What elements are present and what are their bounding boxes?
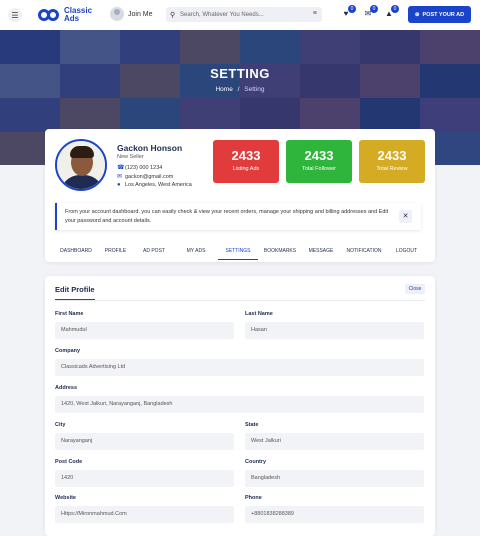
breadcrumb: Home / Setting [0, 86, 480, 93]
heart-icon[interactable]: ♥ 0 [340, 5, 356, 21]
message-icon[interactable]: ✉ 0 [362, 5, 378, 21]
profile-name: Gackon Honson [117, 143, 183, 153]
logo-mark [38, 8, 62, 22]
tab-ad-post[interactable]: AD POST [134, 242, 174, 260]
plus-icon: ⊕ [414, 11, 420, 18]
profile-photo [55, 139, 107, 191]
phone-field[interactable]: +8801838288389 [245, 506, 424, 523]
notifications-badge: 0 [391, 5, 399, 13]
form-title-underline [55, 299, 95, 300]
messages-badge: 0 [370, 5, 378, 13]
website-label: Website [55, 495, 76, 501]
city-field[interactable]: Narayanganj [55, 433, 234, 450]
close-icon[interactable]: ✕ [399, 210, 412, 223]
first-name-field[interactable]: Mahmudul [55, 322, 234, 339]
post-code-field[interactable]: 1420 [55, 470, 234, 487]
last-name-field[interactable]: Hasan [245, 322, 424, 339]
address-label: Address [55, 385, 78, 391]
dashboard-tabs: DASHBOARD PROFILE AD POST MY ADS SETTING… [55, 242, 425, 260]
post-ad-label: POST YOUR AD [422, 11, 465, 18]
join-me-link[interactable]: Join Me [110, 7, 153, 21]
form-title: Edit Profile [55, 285, 95, 294]
post-code-label: Post Code [55, 459, 83, 465]
search-input[interactable]: Search, Whatever You Needs... [180, 12, 264, 18]
phone-icon: ☎ [117, 165, 125, 171]
tab-bookmarks[interactable]: BOOKMARKS [258, 242, 302, 260]
edit-profile-form: Edit Profile Close First Name Mahmudul L… [45, 276, 435, 536]
phone-label: Phone [245, 495, 262, 501]
profile-email: ✉ gackon@gmail.com [117, 173, 174, 181]
country-label: Country [245, 459, 267, 465]
stat-label: Total Follower [302, 166, 336, 172]
tab-settings[interactable]: SETTINGS [218, 242, 258, 260]
breadcrumb-current: Setting [244, 86, 265, 93]
stat-value: 2433 [231, 148, 261, 163]
website-field[interactable]: Https://Mironmahmud.Com [55, 506, 234, 523]
favorites-badge: 0 [348, 5, 356, 13]
close-button[interactable]: Close [405, 284, 425, 294]
bell-icon[interactable]: ▲ 0 [383, 5, 399, 21]
profile-phone-text: (123) 000 1234 [125, 164, 163, 171]
filter-icon[interactable]: ≡ [313, 10, 317, 17]
notice-text: From your account dashboard. you can eas… [65, 209, 389, 224]
stat-listing-ads: 2433 Listing Ads [213, 140, 279, 183]
profile-phone: ☎ (123) 000 1234 [117, 164, 163, 172]
tab-message[interactable]: MESSAGE [302, 242, 340, 260]
profile-email-text: gackon@gmail.com [125, 173, 174, 180]
dashboard-notice: From your account dashboard. you can eas… [55, 203, 421, 230]
profile-location: ● Los Angeles, West America [117, 182, 192, 188]
profile-role: New Seller [117, 154, 144, 160]
menu-icon[interactable]: ☰ [8, 8, 22, 22]
form-divider [55, 300, 425, 301]
tab-notification[interactable]: NOTIFICATION [340, 242, 388, 260]
breadcrumb-home[interactable]: Home [215, 86, 232, 93]
envelope-icon: ✉ [117, 174, 123, 180]
stat-label: Listing Ads [232, 166, 260, 172]
site-logo[interactable]: Classic Ads [38, 7, 92, 23]
page-title: SETTING [210, 66, 270, 81]
tab-profile[interactable]: PROFILE [97, 242, 134, 260]
city-label: City [55, 422, 66, 428]
stat-total-follower: 2433 Total Follower [286, 140, 352, 183]
stat-total-review: 2433 Total Review [359, 140, 425, 183]
tab-dashboard[interactable]: DASHBOARD [55, 242, 97, 260]
state-label: State [245, 422, 259, 428]
country-field[interactable]: Bangladesh [245, 470, 424, 487]
location-pin-icon: ● [117, 182, 121, 188]
post-ad-button[interactable]: ⊕ POST YOUR AD [408, 6, 471, 23]
breadcrumb-separator: / [237, 86, 240, 93]
first-name-label: First Name [55, 311, 84, 317]
state-field[interactable]: West Jalkuri [245, 433, 424, 450]
profile-location-text: Los Angeles, West America [125, 182, 192, 188]
tab-my-ads[interactable]: MY ADS [174, 242, 218, 260]
join-me-label: Join Me [128, 10, 153, 18]
stat-value: 2433 [377, 148, 407, 163]
company-field[interactable]: Classicads Advertising Ltd [55, 359, 424, 376]
address-field[interactable]: 1420, West Jalkuri, Narayanganj, Banglad… [55, 396, 424, 413]
logo-text: Classic Ads [64, 6, 93, 23]
company-label: Company [55, 348, 81, 354]
top-navbar: ☰ Classic Ads Join Me ⚲ Search, Whatever… [0, 0, 480, 30]
tab-logout[interactable]: LOGOUT [388, 242, 425, 260]
stat-value: 2433 [304, 148, 334, 163]
dashboard-panel: Gackon Honson New Seller ☎ (123) 000 123… [45, 129, 435, 262]
user-avatar-icon [110, 7, 124, 21]
stat-label: Total Review [376, 166, 408, 172]
search-bar[interactable]: ⚲ Search, Whatever You Needs... ≡ [166, 7, 322, 22]
search-icon[interactable]: ⚲ [170, 11, 180, 19]
last-name-label: Last Name [245, 311, 273, 317]
